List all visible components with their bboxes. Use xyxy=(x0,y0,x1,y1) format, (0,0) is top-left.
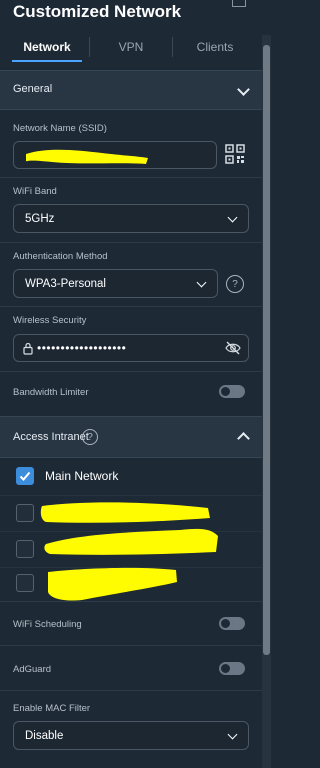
divider xyxy=(0,601,262,602)
divider xyxy=(0,306,262,307)
tab-divider xyxy=(172,37,173,57)
tab-divider xyxy=(89,37,90,57)
tab-vpn[interactable]: VPN xyxy=(96,33,166,61)
ssid-label: Network Name (SSID) xyxy=(13,123,107,134)
list-item[interactable]: Main Network xyxy=(0,458,262,494)
lock-icon xyxy=(23,342,33,355)
scrollbar-thumb[interactable] xyxy=(263,45,270,655)
divider xyxy=(0,177,262,178)
wifi-scheduling-label: WiFi Scheduling xyxy=(13,619,82,630)
chevron-down-icon xyxy=(196,277,207,288)
auth-method-value: WPA3-Personal xyxy=(25,277,106,290)
close-icon[interactable] xyxy=(232,0,246,7)
auth-method-select[interactable]: WPA3-Personal xyxy=(13,269,218,298)
divider xyxy=(0,690,262,691)
checkbox[interactable] xyxy=(16,467,34,485)
divider xyxy=(0,242,262,243)
section-title: Access Intranet xyxy=(13,431,89,443)
qr-code-icon[interactable] xyxy=(225,144,245,164)
checkbox[interactable] xyxy=(16,504,34,522)
bandwidth-limiter-toggle[interactable] xyxy=(219,385,245,398)
divider xyxy=(0,645,262,646)
check-icon xyxy=(19,471,31,481)
scrollbar[interactable] xyxy=(262,35,271,768)
checkbox[interactable] xyxy=(16,540,34,558)
mac-filter-label: Enable MAC Filter xyxy=(13,703,91,714)
access-intranet-header[interactable]: Access Intranet ? xyxy=(0,416,262,458)
adguard-label: AdGuard xyxy=(13,664,52,675)
wifi-band-select[interactable]: 5GHz xyxy=(13,204,249,233)
chevron-up-icon xyxy=(237,432,250,445)
section-title: General xyxy=(13,83,53,95)
redaction-mark xyxy=(26,149,148,164)
bandwidth-limiter-label: Bandwidth Limiter xyxy=(13,387,89,398)
password-input[interactable]: ••••••••••••••••••• xyxy=(13,334,249,362)
checkbox[interactable] xyxy=(16,574,34,592)
help-icon[interactable]: ? xyxy=(226,275,244,293)
tab-bar: Network VPN Clients xyxy=(0,33,271,63)
page-title: Customized Network xyxy=(13,2,182,21)
password-value: ••••••••••••••••••• xyxy=(37,341,127,355)
mac-filter-select[interactable]: Disable xyxy=(13,721,249,750)
eye-off-icon[interactable] xyxy=(225,341,241,355)
list-item[interactable] xyxy=(0,528,262,567)
help-icon[interactable]: ? xyxy=(82,429,98,445)
wifi-band-value: 5GHz xyxy=(25,212,55,225)
mac-filter-value: Disable xyxy=(25,729,64,742)
chevron-down-icon xyxy=(227,212,238,223)
wifi-scheduling-toggle[interactable] xyxy=(219,617,245,630)
divider xyxy=(0,371,262,372)
general-section-header[interactable]: General xyxy=(0,70,262,110)
tab-clients[interactable]: Clients xyxy=(180,33,250,61)
auth-method-label: Authentication Method xyxy=(13,251,108,262)
adguard-toggle[interactable] xyxy=(219,662,245,675)
chevron-down-icon xyxy=(227,729,238,740)
wifi-band-label: WiFi Band xyxy=(13,186,57,197)
wireless-security-label: Wireless Security xyxy=(13,315,87,326)
list-item[interactable] xyxy=(0,567,262,601)
network-label: Main Network xyxy=(45,469,119,483)
chevron-down-icon xyxy=(237,83,250,96)
redaction-mark xyxy=(48,567,177,601)
redaction-mark xyxy=(44,528,218,555)
ssid-input[interactable] xyxy=(13,141,217,169)
tab-network[interactable]: Network xyxy=(12,33,82,61)
active-tab-indicator xyxy=(12,60,82,62)
